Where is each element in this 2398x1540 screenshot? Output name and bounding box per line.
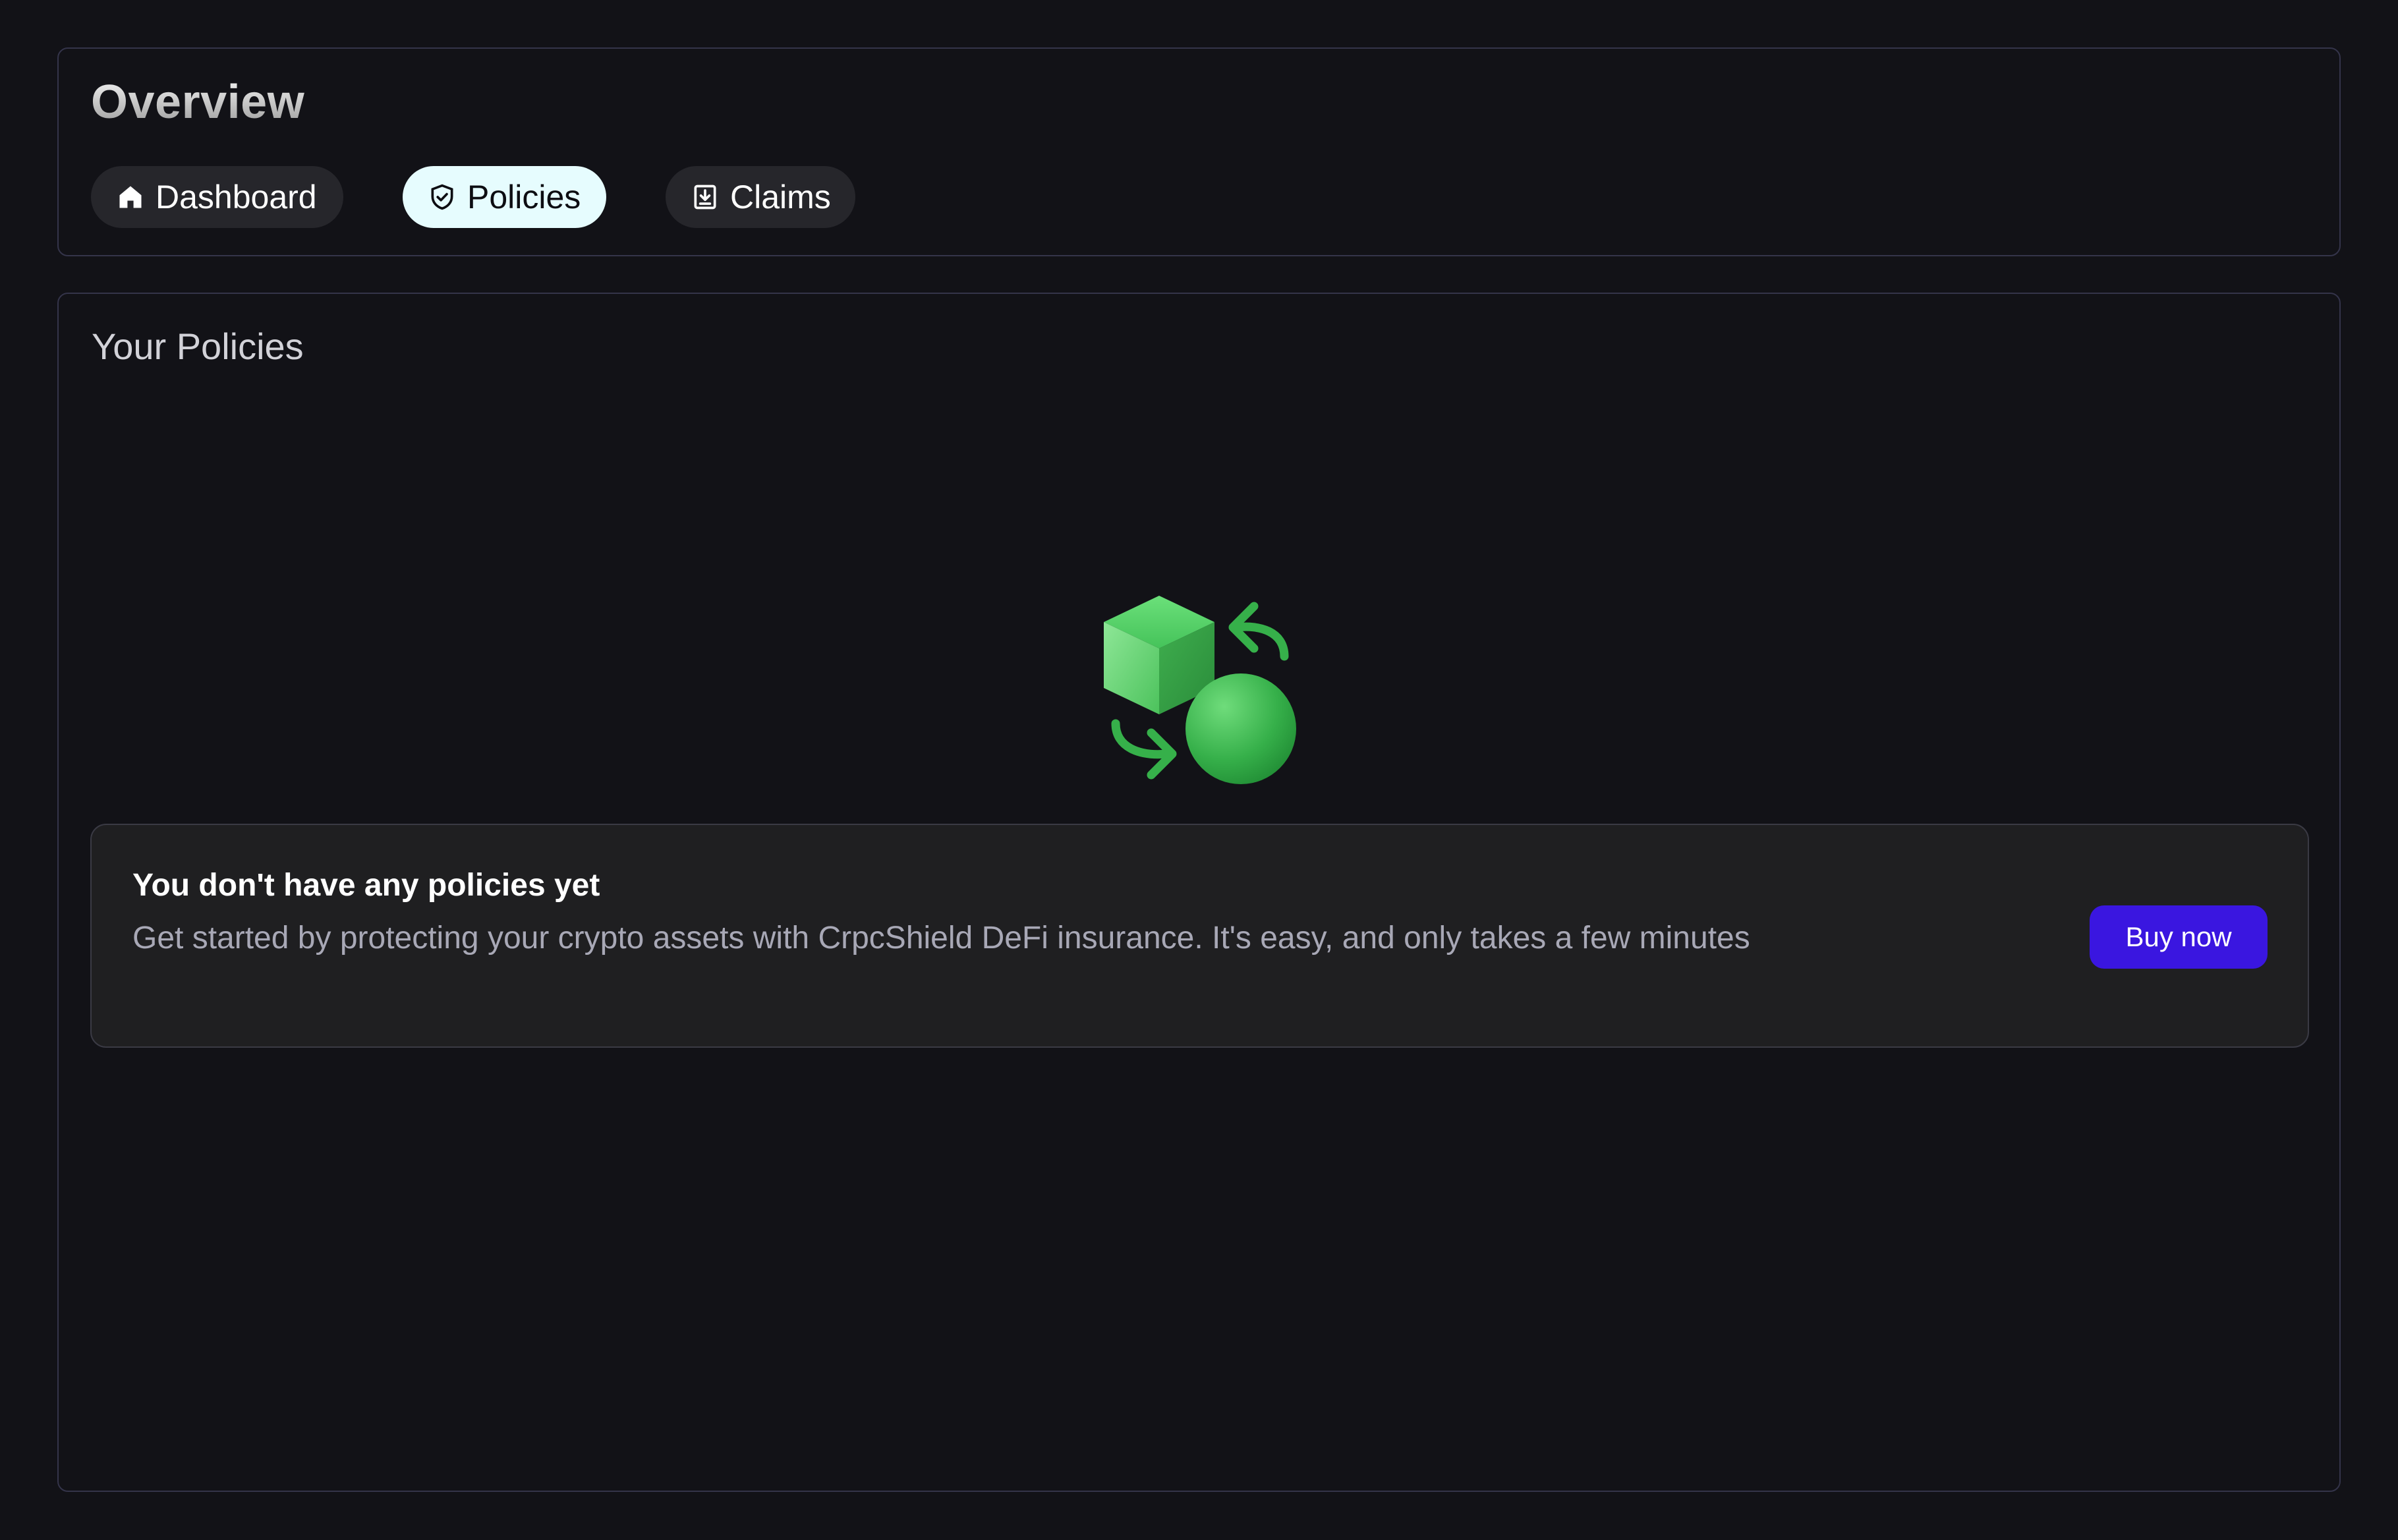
home-icon: [116, 183, 145, 212]
shield-check-icon: [428, 183, 457, 212]
tab-claims-label: Claims: [730, 179, 831, 215]
empty-state-text: Get started by protecting your crypto as…: [132, 921, 1750, 955]
tab-claims[interactable]: Claims: [666, 166, 855, 228]
download-tray-icon: [691, 183, 720, 212]
policies-panel: Your Policies You don't have any policie…: [57, 293, 2341, 1492]
tab-dashboard-label: Dashboard: [156, 179, 317, 215]
empty-state-heading: You don't have any policies yet: [132, 868, 600, 903]
tab-dashboard[interactable]: Dashboard: [91, 166, 343, 228]
tab-policies[interactable]: Policies: [403, 166, 606, 228]
empty-state-card: You don't have any policies yet Get star…: [90, 824, 2309, 1048]
cube-sphere-exchange-icon: [1101, 590, 1305, 795]
section-title: Your Policies: [92, 326, 304, 367]
buy-now-button[interactable]: Buy now: [2090, 905, 2268, 969]
tab-policies-label: Policies: [467, 179, 581, 215]
overview-panel: Overview Dashboard Policies Claims: [57, 47, 2341, 256]
page-title: Overview: [91, 76, 305, 128]
